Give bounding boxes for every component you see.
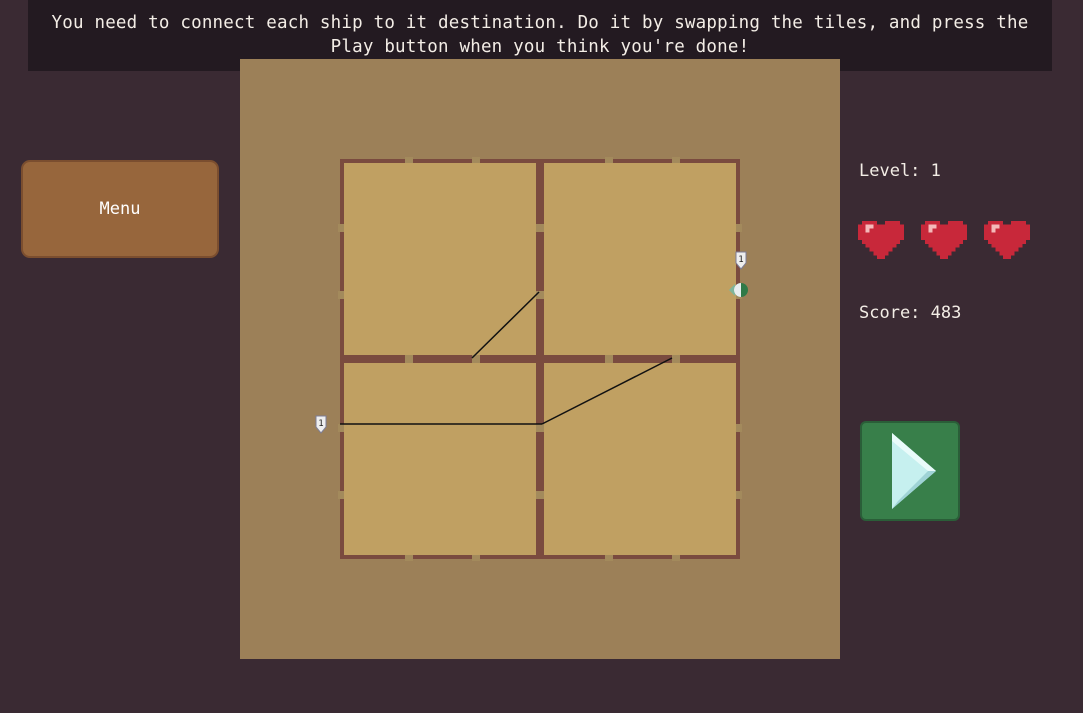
play-triangle-icon xyxy=(892,433,936,509)
game-board xyxy=(240,59,840,659)
destination-marker-icon: 1 xyxy=(735,251,747,270)
instructions-line-2: Play button when you think you're done! xyxy=(330,37,750,57)
tile-top-right[interactable] xyxy=(540,159,740,359)
destination-icon xyxy=(729,283,748,297)
tile-bottom-left[interactable] xyxy=(340,359,540,559)
play-button[interactable] xyxy=(860,421,960,521)
menu-button[interactable]: Menu xyxy=(21,160,219,258)
ship-icon[interactable]: 1 xyxy=(314,414,328,434)
tile-top-left[interactable] xyxy=(340,159,540,359)
heart-icon xyxy=(858,220,904,260)
ship-label: 1 xyxy=(318,419,323,429)
tile-bottom-right[interactable] xyxy=(540,359,740,559)
destination-label: 1 xyxy=(738,255,743,265)
heart-icon xyxy=(984,220,1030,260)
heart-icon xyxy=(921,220,967,260)
lives-display xyxy=(858,215,1030,261)
score-label: Score: 483 xyxy=(859,303,962,323)
instructions-line-1: You need to connect each ship to it dest… xyxy=(51,13,1029,33)
level-label: Level: 1 xyxy=(859,161,941,181)
